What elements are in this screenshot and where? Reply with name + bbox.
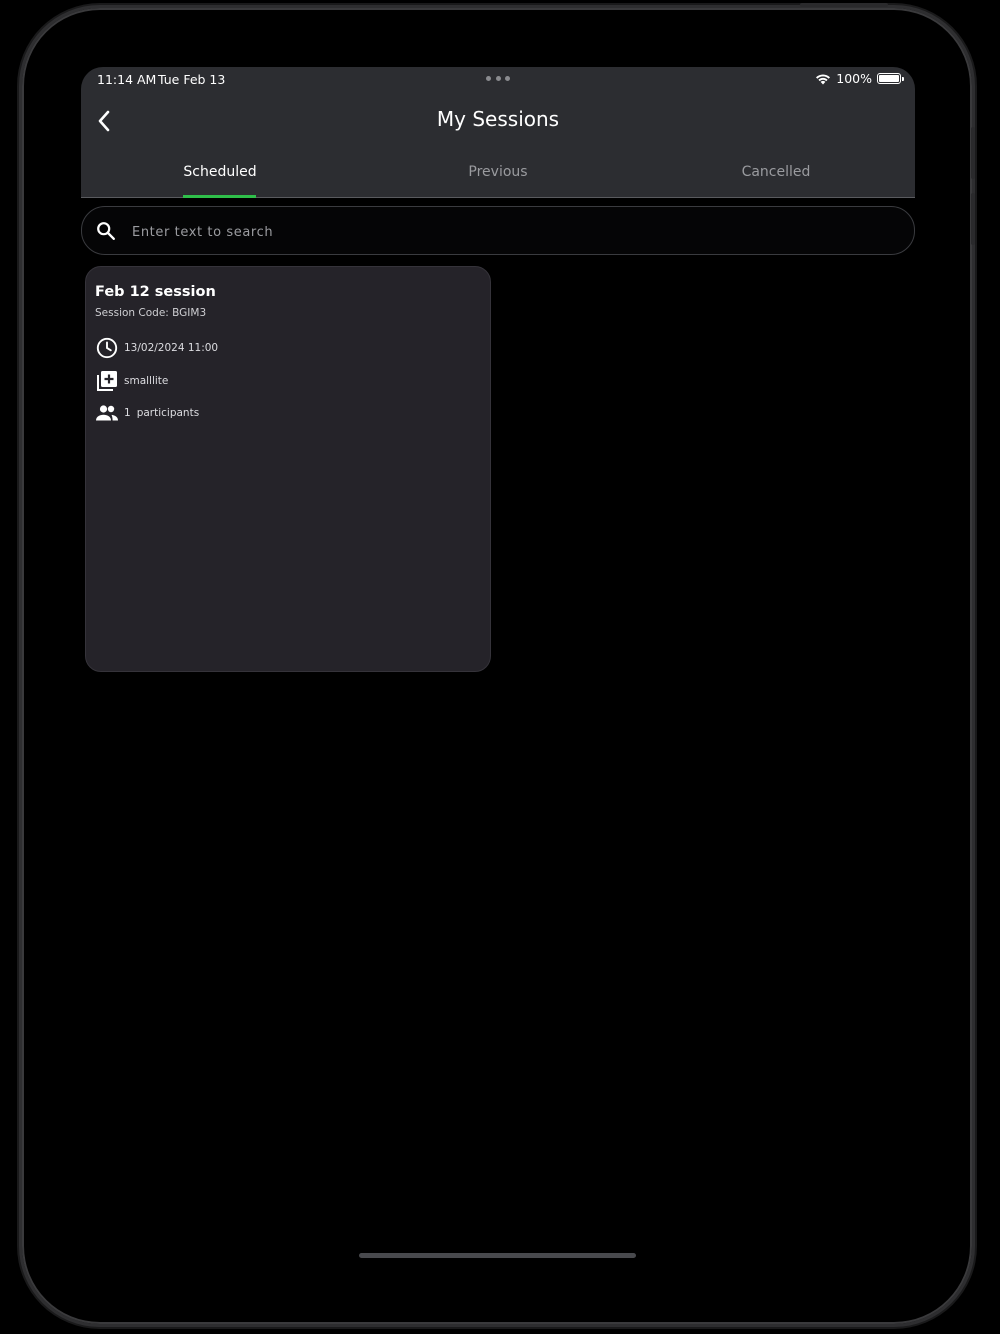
device-volume-up-button	[971, 127, 975, 179]
session-datetime: 13/02/2024 11:00	[124, 342, 219, 354]
app-header: 11:14 AM Tue Feb 13 100% My Sessions Sch…	[81, 67, 915, 198]
session-title: Feb 12 session	[95, 284, 216, 300]
session-datetime-row: 13/02/2024 11:00	[95, 336, 218, 360]
app-screen: 11:14 AM Tue Feb 13 100% My Sessions Sch…	[81, 67, 915, 1267]
status-time: 11:14 AM	[97, 72, 157, 87]
session-card[interactable]: Feb 12 session Session Code: BGIM3 13/02…	[85, 266, 491, 672]
search-icon	[97, 222, 115, 240]
library-add-icon	[97, 371, 117, 391]
session-package: smalllite	[124, 375, 169, 387]
participants-label: participants	[136, 407, 200, 419]
status-indicators: 100%	[815, 71, 904, 86]
status-date: Tue Feb 13	[158, 72, 226, 87]
multitasking-dots-icon[interactable]	[486, 76, 510, 82]
tab-cancelled[interactable]: Cancelled	[637, 161, 915, 197]
session-tabs: Scheduled Previous Cancelled	[81, 161, 915, 198]
tab-label: Cancelled	[741, 164, 811, 180]
status-bar: 11:14 AM Tue Feb 13 100%	[81, 67, 915, 93]
session-package-row: smalllite	[95, 369, 168, 393]
tab-scheduled[interactable]: Scheduled	[81, 161, 359, 198]
session-participants-row: 1 participants	[95, 401, 199, 425]
device-top-button	[800, 3, 888, 7]
people-icon	[96, 405, 118, 421]
search-input[interactable]	[130, 219, 894, 245]
device-volume-down-button	[971, 193, 975, 245]
tab-previous[interactable]: Previous	[359, 161, 637, 197]
clock-icon	[96, 337, 118, 359]
wifi-icon	[816, 74, 831, 84]
tab-label: Scheduled	[183, 164, 257, 180]
participants-count: 1	[124, 407, 131, 419]
session-code: Session Code: BGIM3	[95, 307, 207, 319]
page-title: My Sessions	[436, 107, 560, 131]
battery-percentage: 100%	[836, 71, 872, 86]
search-bar[interactable]	[81, 206, 915, 255]
home-indicator[interactable]	[359, 1253, 636, 1258]
active-tab-indicator	[183, 195, 256, 198]
tab-label: Previous	[468, 164, 528, 180]
battery-icon	[877, 73, 904, 84]
